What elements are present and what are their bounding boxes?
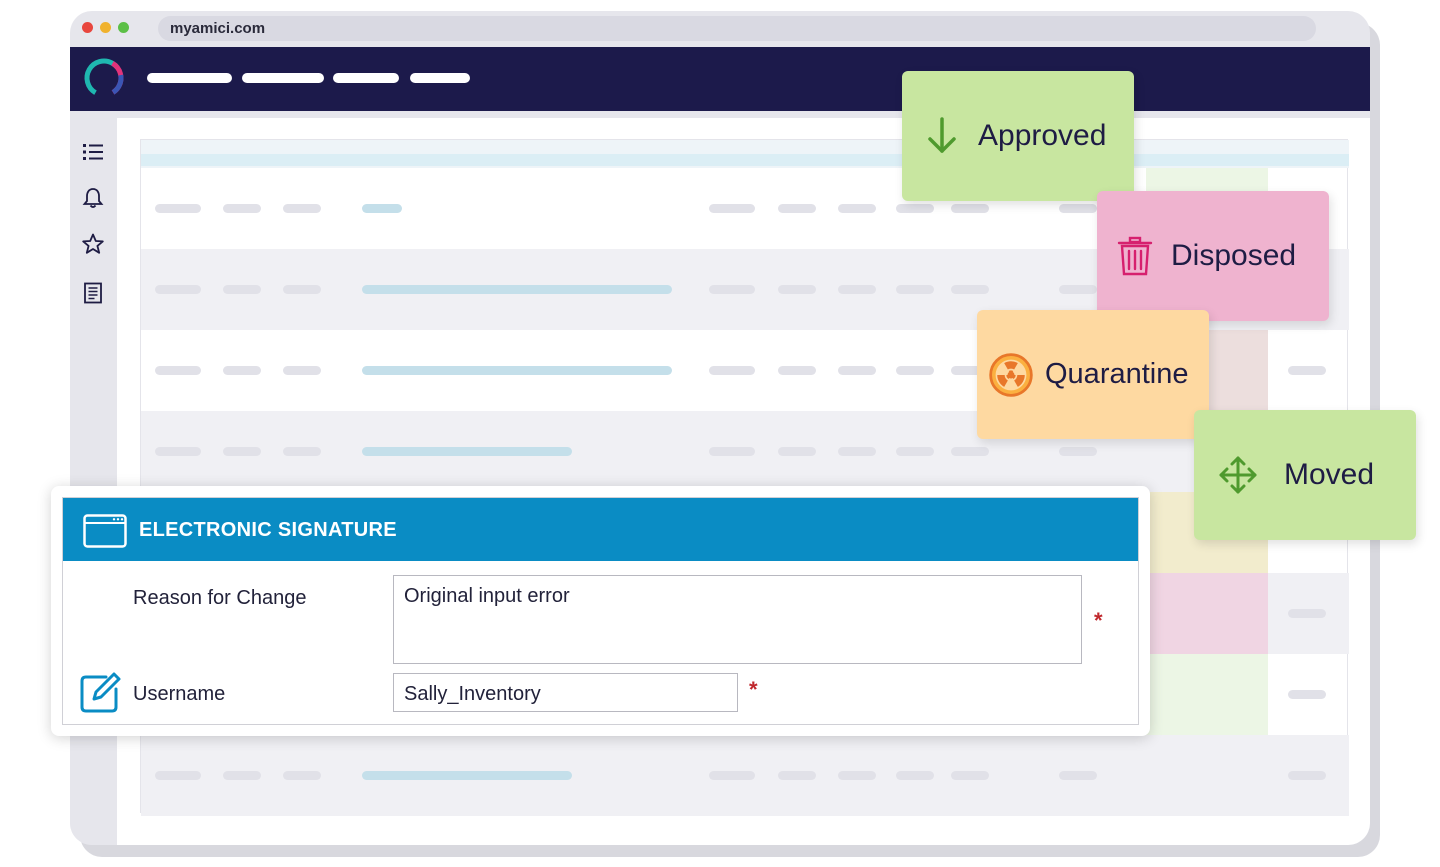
- nav-item-1[interactable]: [147, 73, 232, 83]
- status-card-disposed[interactable]: Disposed: [1097, 191, 1329, 321]
- status-card-label: Moved: [1284, 458, 1375, 491]
- table-cell-placeholder: [283, 204, 321, 213]
- dialog-header: ELECTRONIC SIGNATURE: [63, 498, 1138, 561]
- move-arrows-icon: [1219, 456, 1257, 494]
- table-row[interactable]: [141, 735, 1349, 816]
- table-cell-placeholder: [362, 204, 402, 213]
- reason-label: Reason for Change: [133, 587, 307, 609]
- table-cell-placeholder: [838, 366, 876, 375]
- table-cell-placeholder: [1288, 609, 1326, 618]
- top-navigation: [70, 47, 1370, 111]
- address-bar[interactable]: myamici.com: [158, 16, 1316, 41]
- table-cell-placeholder: [1059, 285, 1097, 294]
- table-cell-placeholder: [896, 204, 934, 213]
- status-card-label: Approved: [978, 119, 1107, 152]
- table-cell-placeholder: [1059, 447, 1097, 456]
- username-input[interactable]: Sally_Inventory: [393, 673, 738, 712]
- table-cell-placeholder: [951, 285, 989, 294]
- table-cell-placeholder: [896, 366, 934, 375]
- bell-icon[interactable]: [82, 187, 104, 209]
- table-cell-placeholder: [155, 366, 201, 375]
- table-cell-placeholder: [1059, 204, 1097, 213]
- document-icon[interactable]: [82, 282, 104, 304]
- table-cell-placeholder: [283, 366, 321, 375]
- table-cell-placeholder: [155, 447, 201, 456]
- table-cell-placeholder: [223, 366, 261, 375]
- table-cell-placeholder: [778, 447, 816, 456]
- table-cell-placeholder: [951, 771, 989, 780]
- nav-item-4[interactable]: [410, 73, 470, 83]
- maximize-dot[interactable]: [118, 22, 129, 33]
- table-cell-placeholder: [709, 366, 755, 375]
- table-cell-placeholder: [1059, 771, 1097, 780]
- dialog-title: ELECTRONIC SIGNATURE: [139, 519, 397, 541]
- table-cell-placeholder: [896, 447, 934, 456]
- username-label: Username: [133, 683, 226, 705]
- table-cell-placeholder: [838, 285, 876, 294]
- status-card-quarantine[interactable]: Quarantine: [977, 310, 1209, 439]
- table-cell-placeholder: [223, 285, 261, 294]
- electronic-signature-dialog: ELECTRONIC SIGNATURE Reason for Change O…: [51, 486, 1150, 736]
- table-cell-placeholder: [362, 285, 672, 294]
- nav-item-2[interactable]: [242, 73, 324, 83]
- table-cell-placeholder: [283, 285, 321, 294]
- table-cell-placeholder: [709, 447, 755, 456]
- arrow-down-icon: [928, 117, 956, 153]
- username-required-mark: *: [749, 677, 758, 702]
- star-icon[interactable]: [82, 233, 104, 255]
- window-controls: [82, 22, 129, 33]
- table-cell-placeholder: [709, 285, 755, 294]
- close-dot[interactable]: [82, 22, 93, 33]
- table-cell-placeholder: [155, 771, 201, 780]
- nav-item-3[interactable]: [333, 73, 399, 83]
- table-cell-placeholder: [362, 366, 672, 375]
- table-cell-placeholder: [362, 447, 572, 456]
- table-cell-placeholder: [283, 447, 321, 456]
- list-icon[interactable]: [82, 141, 104, 163]
- table-cell-placeholder: [896, 771, 934, 780]
- minimize-dot[interactable]: [100, 22, 111, 33]
- table-cell-placeholder: [1288, 771, 1326, 780]
- table-cell-placeholder: [1288, 690, 1326, 699]
- table-cell-placeholder: [838, 771, 876, 780]
- status-card-approved[interactable]: Approved: [902, 71, 1134, 201]
- status-cell-tint: [1146, 573, 1268, 654]
- table-cell-placeholder: [223, 204, 261, 213]
- reason-for-change-input[interactable]: Original input error: [393, 575, 1082, 664]
- table-cell-placeholder: [838, 204, 876, 213]
- table-cell-placeholder: [283, 771, 321, 780]
- table-cell-placeholder: [778, 366, 816, 375]
- status-card-label: Quarantine: [1045, 358, 1189, 390]
- table-cell-placeholder: [155, 204, 201, 213]
- status-card-label: Disposed: [1171, 239, 1297, 272]
- table-cell-placeholder: [838, 447, 876, 456]
- table-cell-placeholder: [896, 285, 934, 294]
- table-cell-placeholder: [223, 771, 261, 780]
- table-cell-placeholder: [155, 285, 201, 294]
- table-cell-placeholder: [1288, 366, 1326, 375]
- radiation-icon: [989, 352, 1033, 397]
- window-icon: [83, 514, 127, 548]
- table-cell-placeholder: [951, 447, 989, 456]
- table-cell-placeholder: [223, 447, 261, 456]
- table-cell-placeholder: [362, 771, 572, 780]
- trash-icon: [1117, 236, 1153, 276]
- table-cell-placeholder: [951, 204, 989, 213]
- reason-required-mark: *: [1094, 608, 1103, 633]
- table-cell-placeholder: [709, 771, 755, 780]
- table-header: [141, 140, 1349, 168]
- edit-icon: [80, 672, 121, 713]
- app-logo-icon[interactable]: [82, 56, 126, 100]
- table-cell-placeholder: [778, 285, 816, 294]
- table-cell-placeholder: [709, 204, 755, 213]
- table-cell-placeholder: [778, 204, 816, 213]
- table-cell-placeholder: [778, 771, 816, 780]
- status-card-moved[interactable]: Moved: [1194, 410, 1416, 540]
